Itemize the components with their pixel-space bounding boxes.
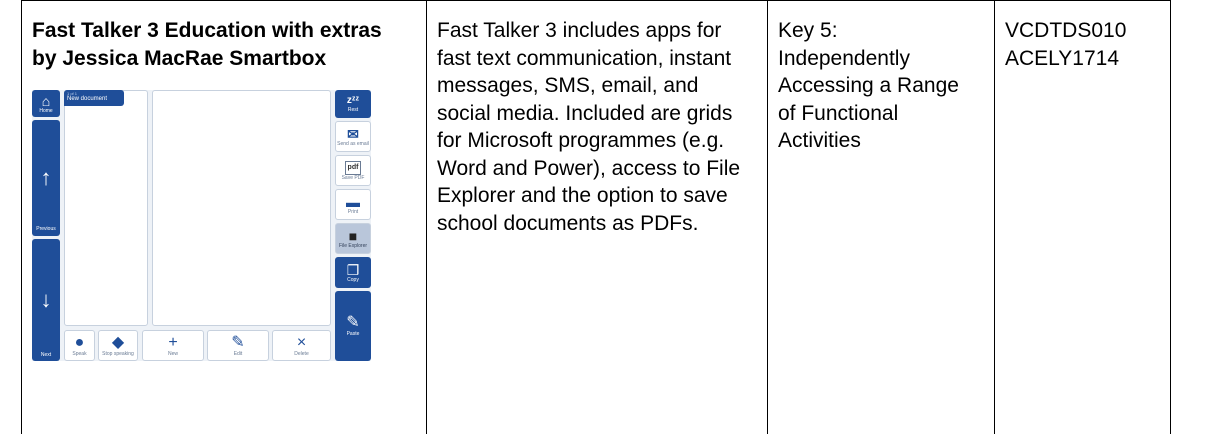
table-row: Fast Talker 3 Education with extras by J…: [21, 0, 1171, 434]
speak-button: ● Speak: [64, 330, 95, 361]
stop-speaking-icon: ◆: [111, 333, 125, 351]
copy-label: Copy: [347, 276, 359, 283]
new-button: + New: [142, 330, 204, 361]
rest-button: zᶻᶻ Rest: [335, 90, 371, 118]
save-pdf-button: pdf Save PDF: [335, 155, 371, 186]
copy-icon: ❐: [346, 261, 360, 278]
resource-title: Fast Talker 3 Education with extras by J…: [32, 19, 382, 70]
print-label: Print: [347, 208, 359, 215]
app-screenshot: ⌂ Home ↑ Previous ↓ Next 1 of 1 New docu…: [32, 90, 371, 361]
key-area-cell: Key 5: Independently Accessing a Range o…: [767, 0, 995, 434]
document-tab: 1 of 1 New document: [64, 90, 124, 106]
new-label: New: [167, 350, 178, 357]
paste-label: Paste: [346, 331, 360, 337]
document-list-panel: [64, 90, 148, 326]
delete-button: × Delete: [272, 330, 331, 361]
rest-label: Rest: [347, 107, 359, 113]
delete-label: Delete: [294, 350, 309, 357]
home-label: Home: [39, 107, 53, 114]
arrow-up-icon: ↑: [40, 165, 52, 190]
print-button: ▬ Print: [335, 189, 371, 220]
editor-panel: [152, 90, 331, 326]
folder-icon: ■: [348, 227, 358, 244]
resource-cell: Fast Talker 3 Education with extras by J…: [21, 0, 427, 434]
stop-speaking-label: Stop speaking: [102, 350, 134, 357]
close-icon: ×: [296, 333, 307, 351]
curriculum-code: VCDTDS010: [1005, 19, 1127, 42]
paste-button: ✎ Paste: [335, 291, 371, 361]
file-explorer-button: ■ File Explorer: [335, 223, 371, 254]
key-area-text: Key 5: Independently Accessing a Range o…: [778, 19, 959, 152]
edit-label: Edit: [233, 350, 243, 357]
printer-icon: ▬: [346, 193, 360, 210]
file-explorer-label: File Explorer: [338, 242, 368, 249]
paste-icon: ✎: [346, 314, 360, 331]
sleep-icon: zᶻᶻ: [346, 95, 360, 106]
save-pdf-label: Save PDF: [341, 174, 365, 181]
pencil-icon: ✎: [231, 333, 245, 351]
arrow-down-icon: ↓: [40, 287, 52, 312]
speak-label: Speak: [72, 350, 87, 357]
resource-description: Fast Talker 3 includes apps for fast tex…: [437, 19, 741, 235]
next-button: ↓: [32, 239, 60, 361]
pdf-icon: pdf: [344, 160, 362, 175]
home-icon: ⌂: [41, 92, 51, 109]
edit-button: ✎ Edit: [207, 330, 269, 361]
curriculum-codes-cell: VCDTDS010 ACELY1714: [994, 0, 1171, 434]
next-label: Next: [40, 352, 52, 358]
document-tab-label: New document: [67, 96, 108, 102]
previous-button: ↑: [32, 120, 60, 236]
curriculum-codes: VCDTDS010 ACELY1714: [995, 1, 1170, 72]
send-email-button: ✉ Send as email: [335, 121, 371, 152]
stop-speaking-button: ◆ Stop speaking: [98, 330, 138, 361]
curriculum-code: ACELY1714: [1005, 46, 1120, 70]
send-email-label: Send as email: [337, 140, 369, 147]
mail-icon: ✉: [347, 125, 359, 142]
home-button: ⌂ Home: [32, 90, 60, 117]
description-cell: Fast Talker 3 includes apps for fast tex…: [426, 0, 768, 434]
copy-button: ❐ Copy: [335, 257, 371, 288]
curriculum-table: Fast Talker 3 Education with extras by J…: [21, 0, 1171, 434]
speak-icon: ●: [74, 333, 85, 351]
previous-label: Previous: [36, 226, 56, 232]
plus-icon: +: [168, 333, 178, 351]
